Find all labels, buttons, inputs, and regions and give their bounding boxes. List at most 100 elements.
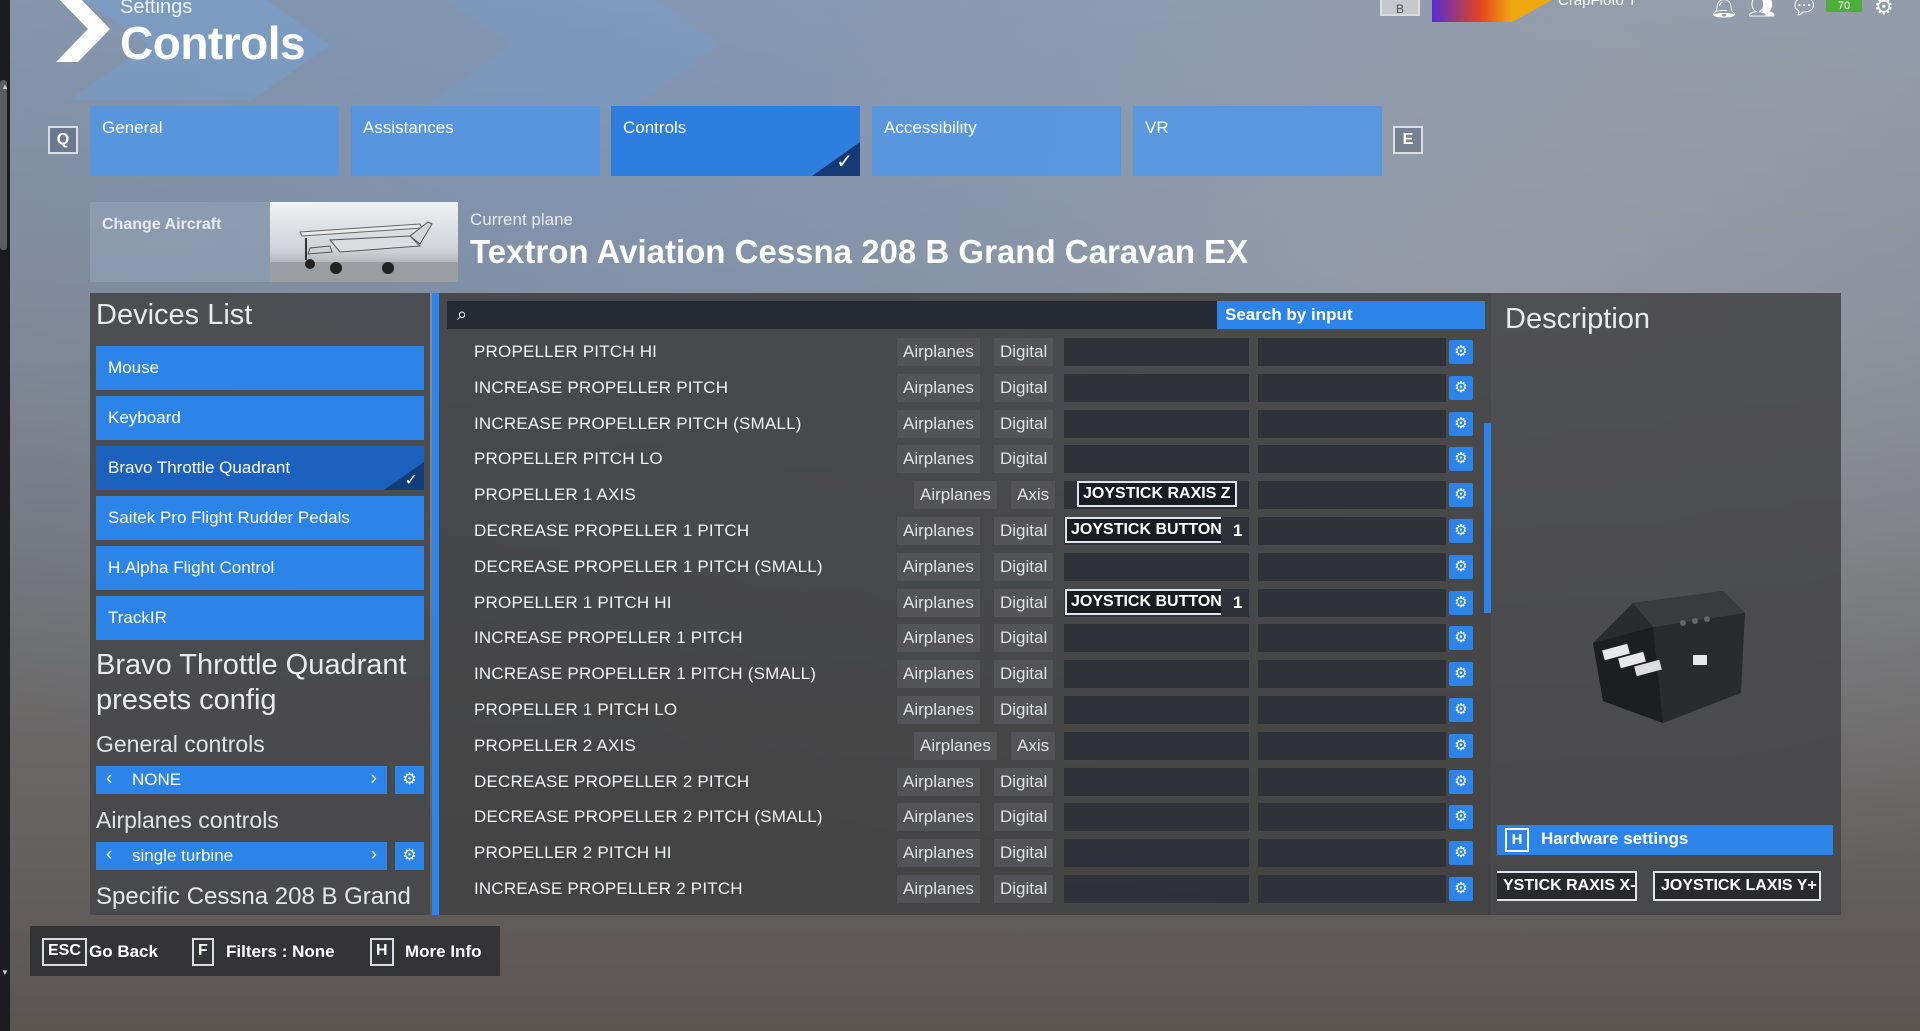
table-row[interactable]: INCREASE PROPELLER 1 PITCH Airplanes Digit…	[439, 621, 1491, 655]
table-row[interactable]: INCREASE PROPELLER PITCH Airplanes Digital…	[439, 371, 1491, 405]
row-gear-icon[interactable]: ⚙	[1449, 340, 1473, 364]
row-gear-icon[interactable]: ⚙	[1449, 626, 1473, 651]
table-row[interactable]: PROPELLER 1 PITCH LO Airplanes Digital ⚙	[439, 693, 1491, 727]
scroll-down-arrow-icon[interactable]: ▼	[1, 968, 9, 977]
row-gear-icon[interactable]: ⚙	[1449, 805, 1473, 830]
binding-tag[interactable]: JOYSTICK BUTTON	[1065, 517, 1221, 543]
table-row[interactable]: PROPELLER PITCH HI Airplanes Digital ⚙	[439, 335, 1491, 369]
binding-slot-2[interactable]	[1258, 767, 1446, 796]
table-row[interactable]: PROPELLER 1 PITCH HI Airplanes Digital ⚙ JOY…	[439, 586, 1491, 620]
row-gear-icon[interactable]: ⚙	[1449, 662, 1473, 687]
binding-slot-1[interactable]	[1064, 803, 1249, 832]
device-item-mouse[interactable]: Mouse	[96, 346, 424, 390]
row-gear-icon[interactable]: ⚙	[1449, 519, 1473, 543]
friends-icon[interactable]: 👥︎	[1748, 0, 1776, 20]
more-info-button[interactable]: More Info	[405, 942, 482, 962]
general-controls-selector[interactable]: ‹ NONE ›	[96, 766, 387, 794]
filters-button[interactable]: Filters : None	[226, 942, 335, 962]
search-input[interactable]: ⌕	[447, 301, 1217, 329]
binding-slot-2[interactable]	[1258, 803, 1446, 832]
binding-slot-2[interactable]	[1258, 839, 1446, 868]
row-gear-icon[interactable]: ⚙	[1449, 554, 1473, 579]
tab-accessibility[interactable]: Accessibility	[872, 106, 1121, 176]
search-by-input-button[interactable]: Search by input	[1217, 301, 1485, 329]
list-scrollbar[interactable]	[1484, 423, 1491, 613]
scroll-up-arrow-icon[interactable]: ▲	[1, 82, 9, 91]
esc-key-hint[interactable]: ESC	[42, 938, 87, 966]
chevron-left-icon[interactable]: ‹	[106, 844, 112, 866]
table-row[interactable]: INCREASE PROPELLER 2 PITCH Airplanes Digit…	[439, 872, 1491, 906]
device-item-alpha-flight[interactable]: H.Alpha Flight Control	[96, 546, 424, 590]
table-row[interactable]: INCREASE PROPELLER PITCH (SMALL) Airplane…	[439, 407, 1491, 441]
binding-slot-2[interactable]	[1258, 731, 1446, 760]
user-name[interactable]: CrapFloto T	[1558, 0, 1637, 9]
tab-vr[interactable]: VR	[1133, 106, 1382, 176]
device-item-rudder-pedals[interactable]: Saitek Pro Flight Rudder Pedals	[96, 496, 424, 540]
binding-slot-1[interactable]	[1064, 875, 1249, 903]
table-row[interactable]: PROPELLER 2 AXIS Airplanes Axis ⚙	[439, 729, 1491, 763]
binding-slot-1[interactable]	[1064, 731, 1249, 760]
hardware-settings-button[interactable]: H Hardware settings	[1497, 825, 1833, 855]
binding-slot-1[interactable]	[1064, 409, 1249, 438]
table-row[interactable]: PROPELLER 2 PITCH HI Airplanes Digital ⚙	[439, 836, 1491, 870]
binding-slot-2[interactable]	[1258, 517, 1446, 545]
binding-slot-1[interactable]	[1064, 624, 1249, 653]
binding-slot-1[interactable]	[1064, 839, 1249, 868]
binding-slot-2[interactable]	[1258, 875, 1446, 903]
left-scrollbar[interactable]	[0, 80, 7, 250]
device-item-trackir[interactable]: TrackIR	[96, 596, 424, 640]
binding-slot-2[interactable]	[1258, 481, 1446, 510]
table-row[interactable]: DECREASE PROPELLER 1 PITCH Airplanes Digit…	[439, 514, 1491, 548]
go-back-button[interactable]: Go Back	[89, 942, 158, 962]
tab-assistances[interactable]: Assistances	[351, 106, 600, 176]
table-row[interactable]: DECREASE PROPELLER 2 PITCH (SMALL) Airpla…	[439, 800, 1491, 834]
binding-slot-1[interactable]	[1064, 696, 1249, 724]
notification-badge[interactable]: 70	[1826, 0, 1862, 12]
filters-key-hint[interactable]: F	[192, 938, 214, 966]
binding-tag[interactable]: JOYSTICK BUTTON	[1065, 588, 1221, 615]
binding-tag[interactable]: JOYSTICK RAXIS Z	[1077, 481, 1237, 508]
binding-slot-1[interactable]	[1064, 445, 1249, 474]
row-gear-icon[interactable]: ⚙	[1449, 375, 1473, 400]
general-controls-gear-icon[interactable]: ⚙	[395, 766, 424, 794]
binding-slot-2[interactable]	[1258, 624, 1446, 653]
profile-banner[interactable]	[1432, 0, 1512, 22]
binding-slot-1[interactable]	[1064, 373, 1249, 402]
device-item-bravo-throttle[interactable]: Bravo Throttle Quadrant ✓	[96, 446, 424, 490]
binding-slot-2[interactable]	[1258, 373, 1446, 402]
row-gear-icon[interactable]: ⚙	[1449, 698, 1473, 722]
binding-slot-1[interactable]	[1064, 552, 1249, 581]
tab-controls[interactable]: Controls ✓	[611, 106, 860, 176]
table-row[interactable]: DECREASE PROPELLER 1 PITCH (SMALL) Airpla…	[439, 550, 1491, 584]
chevron-right-icon[interactable]: ›	[371, 768, 377, 790]
binding-slot-1[interactable]	[1064, 338, 1249, 366]
row-gear-icon[interactable]: ⚙	[1449, 483, 1473, 508]
axis-tag[interactable]: JOYSTICK LAXIS Y+	[1653, 871, 1821, 901]
chevron-right-icon[interactable]: ›	[371, 844, 377, 866]
binding-slot-2[interactable]	[1258, 338, 1446, 366]
prev-tab-key[interactable]: Q	[48, 126, 78, 154]
binding-slot-1[interactable]	[1064, 660, 1249, 689]
binding-slot-2[interactable]	[1258, 588, 1446, 617]
row-gear-icon[interactable]: ⚙	[1449, 447, 1473, 472]
bell-icon[interactable]: 🔔︎	[1710, 0, 1738, 20]
chat-icon[interactable]: 💬︎	[1790, 0, 1818, 20]
row-gear-icon[interactable]: ⚙	[1449, 769, 1473, 794]
axis-tag[interactable]: YSTICK RAXIS X-	[1497, 871, 1637, 901]
binding-slot-1[interactable]	[1064, 767, 1249, 796]
next-tab-key[interactable]: E	[1393, 126, 1423, 154]
gear-icon[interactable]: ⚙	[1874, 0, 1894, 20]
row-gear-icon[interactable]: ⚙	[1449, 841, 1473, 866]
table-row[interactable]: INCREASE PROPELLER 1 PITCH (SMALL) Airpla…	[439, 657, 1491, 691]
binding-slot-2[interactable]	[1258, 552, 1446, 581]
tab-general[interactable]: General	[90, 106, 339, 176]
row-gear-icon[interactable]: ⚙	[1449, 877, 1473, 901]
table-row[interactable]: PROPELLER PITCH LO Airplanes Digital ⚙	[439, 442, 1491, 476]
row-gear-icon[interactable]: ⚙	[1449, 733, 1473, 758]
binding-slot-2[interactable]	[1258, 409, 1446, 438]
binding-slot-2[interactable]	[1258, 696, 1446, 724]
airplanes-controls-selector[interactable]: ‹ single turbine ›	[96, 842, 387, 870]
airplanes-controls-gear-icon[interactable]: ⚙	[395, 842, 424, 870]
binding-slot-2[interactable]	[1258, 445, 1446, 474]
binding-slot-2[interactable]	[1258, 660, 1446, 689]
